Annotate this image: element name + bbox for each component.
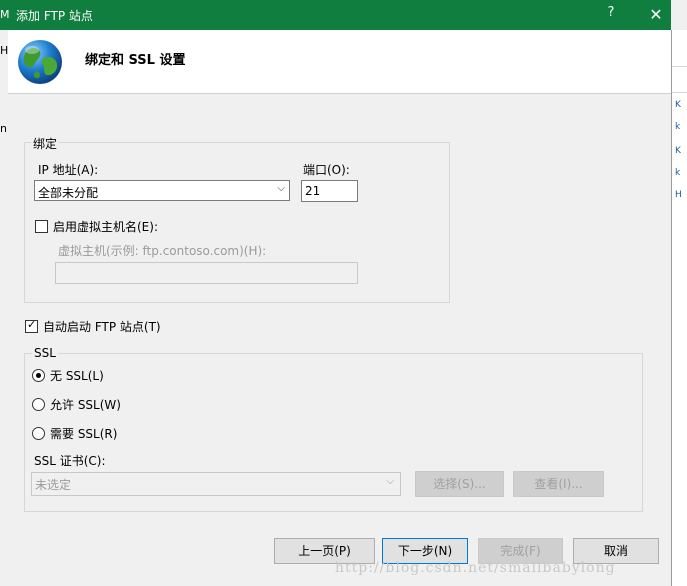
- ip-address-select[interactable]: 全部未分配 ⌵: [34, 180, 290, 201]
- ssl-certificate-select[interactable]: 未选定 ⌵: [31, 472, 401, 496]
- ssl-allow-radio[interactable]: [32, 398, 45, 411]
- ssl-none-label: 无 SSL(L): [50, 369, 104, 383]
- ssl-certificate-label: SSL 证书(C):: [34, 454, 106, 468]
- watermark: http://blog.csdn.net/smallbabylong: [335, 560, 616, 576]
- port-input[interactable]: 21: [301, 180, 358, 202]
- background-link: k: [675, 168, 681, 178]
- select-certificate-button[interactable]: 选择(S)...: [415, 471, 504, 497]
- background-window-left: H n: [0, 30, 8, 586]
- virtual-host-label: 虚拟主机(示例: ftp.contoso.com)(H):: [58, 244, 267, 258]
- port-label: 端口(O):: [303, 163, 350, 177]
- background-link: k: [675, 122, 681, 132]
- background-fragment-n: n: [0, 122, 7, 135]
- port-value: 21: [305, 184, 321, 198]
- virtual-host-checkbox[interactable]: [35, 220, 48, 233]
- ssl-require-label: 需要 SSL(R): [50, 427, 118, 441]
- ssl-certificate-value: 未选定: [35, 478, 72, 492]
- view-certificate-button[interactable]: 查看(I)...: [513, 471, 604, 497]
- ip-address-label: IP 地址(A):: [38, 163, 99, 177]
- background-window-right: K k K k H: [671, 30, 687, 586]
- virtual-host-input[interactable]: [55, 262, 358, 284]
- background-link: K: [675, 100, 681, 110]
- ip-address-value: 全部未分配: [38, 186, 99, 200]
- dialog-titlebar: 添加 FTP 站点 ? ✕: [0, 0, 671, 30]
- ssl-none-radio[interactable]: [32, 369, 45, 382]
- auto-start-label: 自动启动 FTP 站点(T): [43, 320, 161, 334]
- background-link: K: [675, 146, 681, 156]
- chevron-down-icon: ⌵: [277, 183, 285, 194]
- radio-dot-icon: [36, 373, 41, 378]
- background-link: H: [675, 190, 682, 200]
- binding-group-label: 绑定: [31, 135, 60, 152]
- virtual-host-checkbox-label: 启用虚拟主机名(E):: [53, 220, 158, 234]
- close-button[interactable]: ✕: [645, 5, 667, 24]
- checkmark-icon: ✓: [27, 318, 37, 331]
- chevron-down-icon: ⌵: [386, 476, 394, 487]
- globe-icon: [18, 40, 62, 84]
- page-title: 绑定和 SSL 设置: [85, 53, 186, 68]
- help-button[interactable]: ?: [601, 5, 621, 20]
- ssl-allow-label: 允许 SSL(W): [50, 398, 121, 412]
- background-fragment-m: M: [0, 8, 10, 21]
- ssl-require-radio[interactable]: [32, 427, 45, 440]
- auto-start-checkbox[interactable]: ✓: [25, 318, 38, 333]
- dialog-title: 添加 FTP 站点: [16, 9, 93, 23]
- ssl-group-label: SSL: [32, 346, 58, 360]
